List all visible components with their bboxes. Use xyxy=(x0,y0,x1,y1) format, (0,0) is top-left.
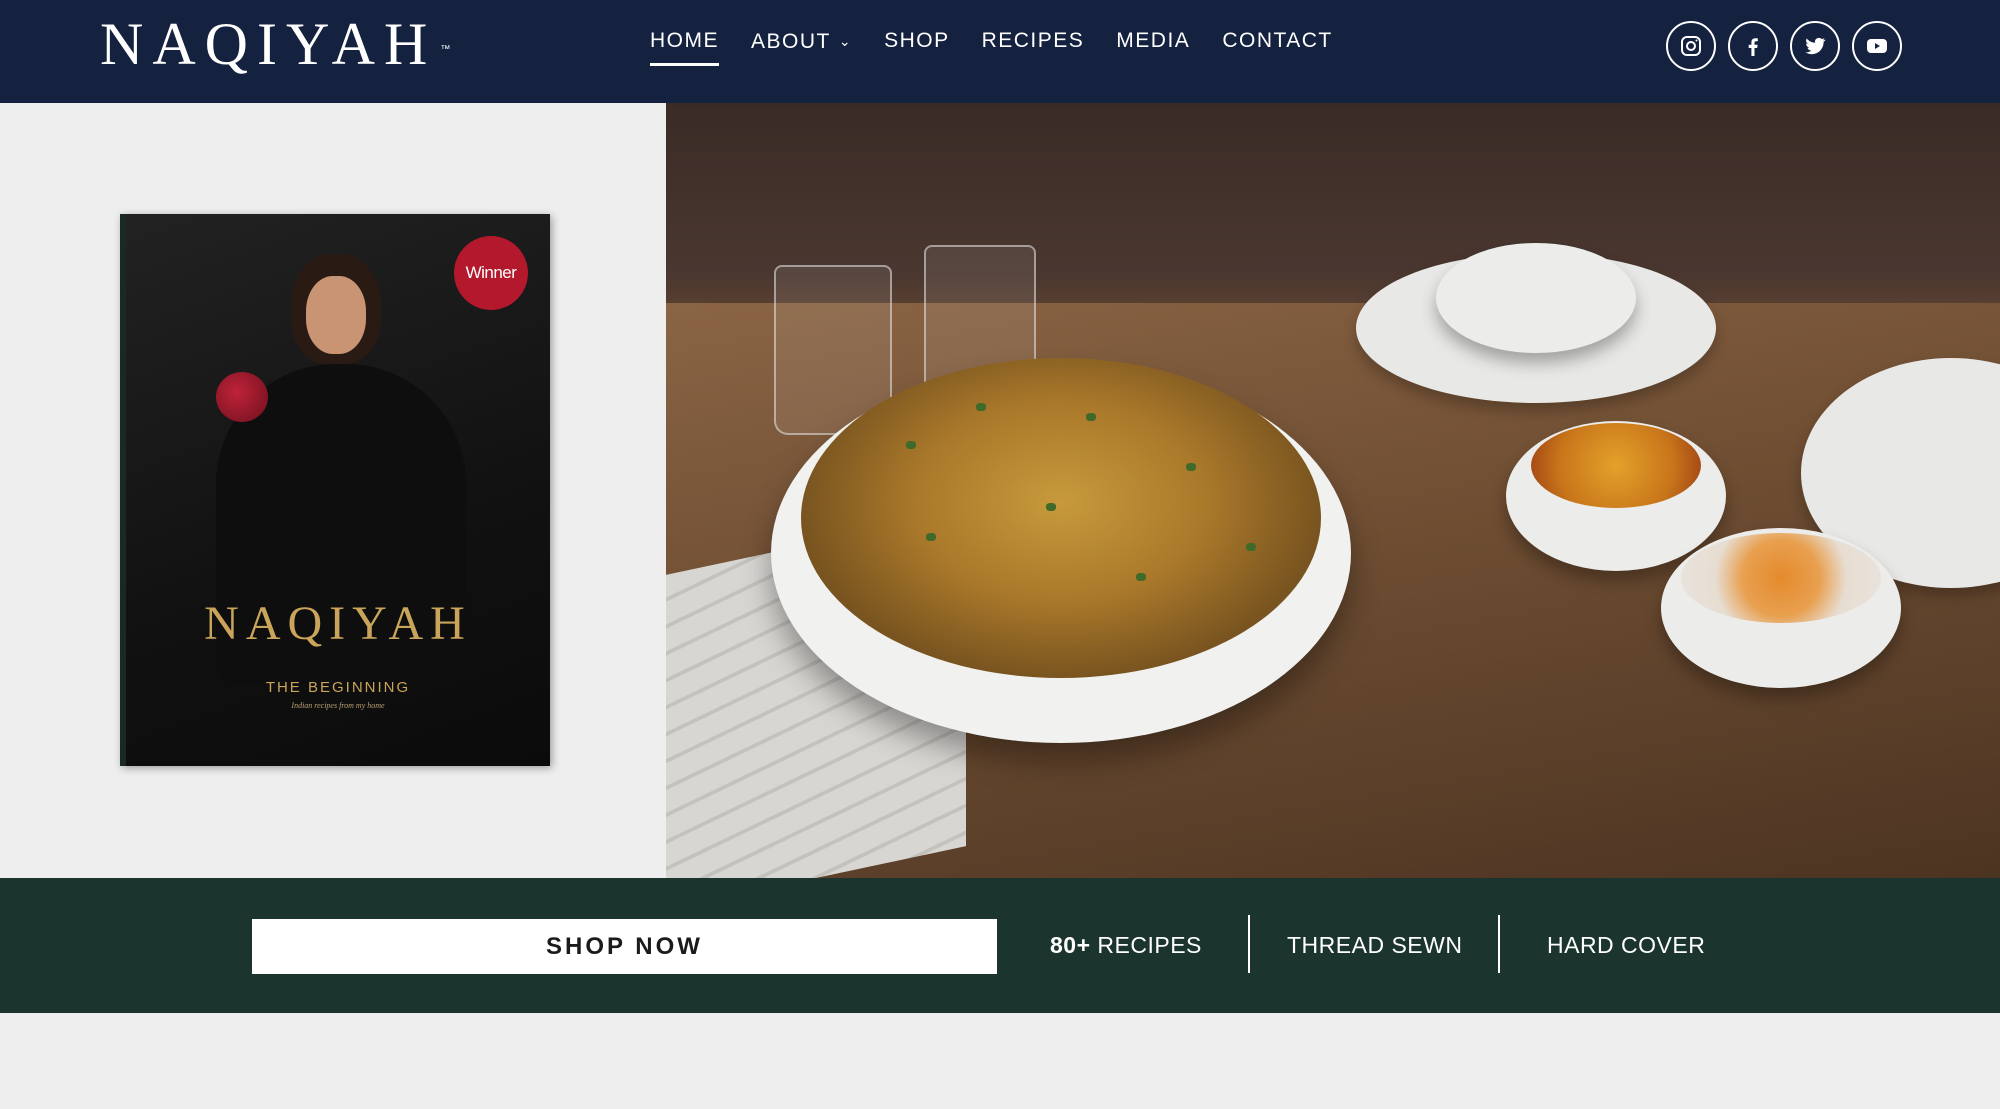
facebook-icon xyxy=(1748,38,1758,56)
page-background xyxy=(0,1013,2000,1109)
nav-about-label: ABOUT xyxy=(751,30,831,53)
herb-garnish xyxy=(1246,543,1256,551)
pomegranate-image xyxy=(216,372,268,422)
youtube-icon xyxy=(1867,39,1887,53)
herb-garnish xyxy=(976,403,986,411)
hard-cover-feature: HARD COVER xyxy=(1547,932,1706,958)
chevron-down-icon: ⌄ xyxy=(838,33,853,49)
facebook-button[interactable] xyxy=(1728,21,1778,71)
nav-contact[interactable]: CONTACT xyxy=(1222,24,1332,66)
herb-garnish xyxy=(1086,413,1096,421)
cookbook-cover[interactable]: Winner NAQIYAH THE BEGINNING Indian reci… xyxy=(120,214,550,766)
cover-figure-face xyxy=(306,276,366,354)
book-subtitle: THE BEGINNING xyxy=(265,679,411,696)
divider xyxy=(1248,915,1250,973)
pickle xyxy=(1531,423,1701,508)
winner-badge: Winner xyxy=(454,236,528,310)
nav-media[interactable]: MEDIA xyxy=(1116,24,1190,66)
logo[interactable]: NAQIYAH ™ xyxy=(100,11,450,77)
teacup xyxy=(1436,243,1636,353)
nav-home[interactable]: HOME xyxy=(650,24,719,66)
divider xyxy=(1498,915,1500,973)
herb-garnish xyxy=(926,533,936,541)
trademark-mark: ™ xyxy=(440,44,451,55)
nav-recipes[interactable]: RECIPES xyxy=(982,24,1085,66)
twitter-icon xyxy=(1805,37,1826,55)
thread-sewn-feature: THREAD SEWN xyxy=(1287,932,1463,958)
logo-text: NAQIYAH xyxy=(100,11,437,77)
recipes-label: RECIPES xyxy=(1097,932,1202,958)
book-tagline: Indian recipes from my home xyxy=(291,701,385,710)
nav-shop[interactable]: SHOP xyxy=(884,24,950,66)
recipes-count: 80+ xyxy=(1050,932,1091,958)
book-title: NAQIYAH xyxy=(204,597,472,650)
site-header: NAQIYAH ™ HOME ABOUT ⌄ SHOP RECIPES MEDIA… xyxy=(0,0,2000,103)
biryani-rice xyxy=(801,358,1321,678)
nav-shop-label: SHOP xyxy=(884,29,950,52)
recipes-count-feature: 80+ RECIPES xyxy=(1050,932,1202,959)
shop-now-button[interactable]: SHOP NOW xyxy=(252,919,997,974)
twitter-button[interactable] xyxy=(1790,21,1840,71)
herb-garnish xyxy=(1186,463,1196,471)
raita xyxy=(1681,533,1881,623)
hero-food-photo xyxy=(666,103,2000,878)
youtube-button[interactable] xyxy=(1852,21,1902,71)
instagram-button[interactable] xyxy=(1666,21,1716,71)
main-nav: HOME ABOUT ⌄ SHOP RECIPES MEDIA CONTACT xyxy=(650,24,1333,66)
nav-about[interactable]: ABOUT ⌄ xyxy=(751,24,852,66)
instagram-icon xyxy=(1681,36,1701,56)
herb-garnish xyxy=(1046,503,1056,511)
herb-garnish xyxy=(1136,573,1146,581)
nav-recipes-label: RECIPES xyxy=(981,29,1085,52)
feature-strip: SHOP NOW 80+ RECIPES THREAD SEWN HARD CO… xyxy=(0,878,2000,1013)
social-links xyxy=(1666,21,1902,71)
nav-media-label: MEDIA xyxy=(1116,29,1191,52)
herb-garnish xyxy=(906,441,916,449)
nav-home-label: HOME xyxy=(650,29,719,52)
nav-contact-label: CONTACT xyxy=(1222,29,1333,52)
hero-book-panel: Winner NAQIYAH THE BEGINNING Indian reci… xyxy=(0,103,666,878)
